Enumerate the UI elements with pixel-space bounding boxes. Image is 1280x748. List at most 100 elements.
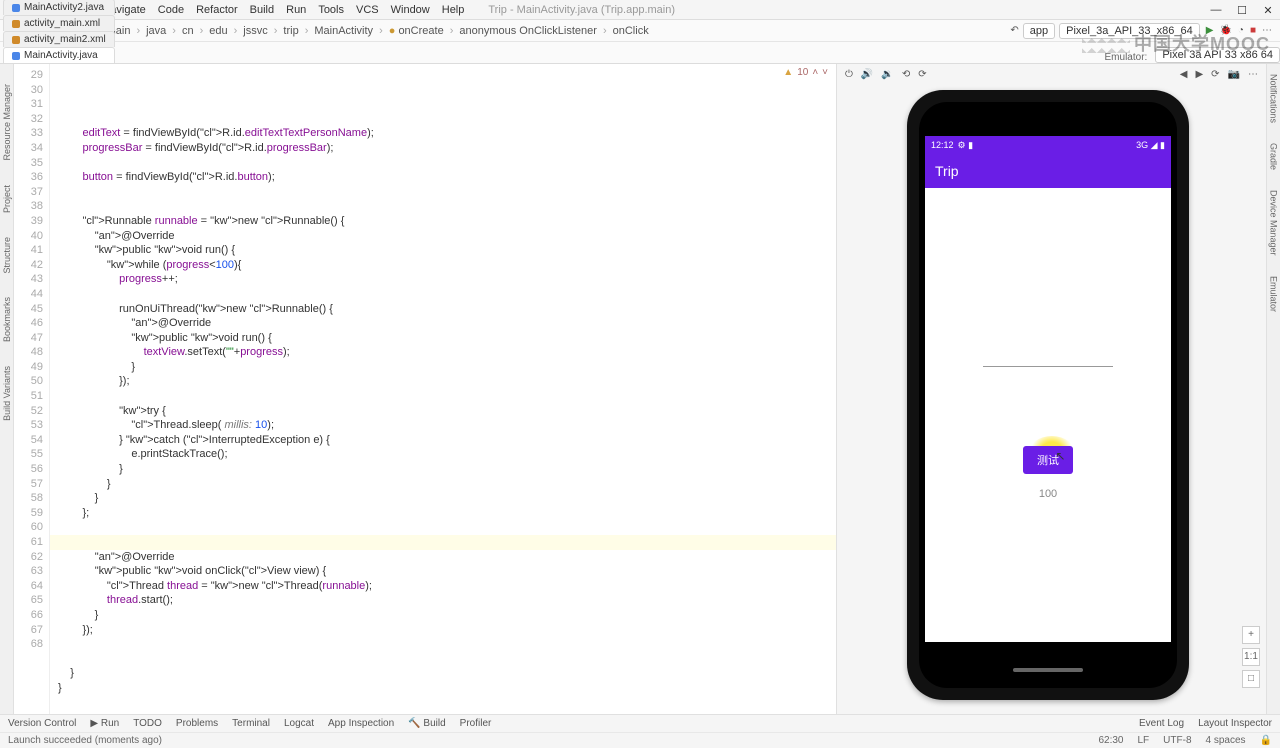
breadcrumb-edu[interactable]: edu (209, 25, 227, 37)
back-nav-icon[interactable]: ↶ (1010, 25, 1018, 36)
tab-label: MainActivity.java (24, 50, 98, 61)
zoom-fit-icon[interactable]: □ (1242, 670, 1260, 688)
menu-build[interactable]: Build (250, 4, 274, 16)
status-lock-icon[interactable]: 🔒 (1260, 735, 1272, 746)
tab-label: MainActivity2.java (24, 2, 104, 13)
menu-code[interactable]: Code (158, 4, 184, 16)
menu-tools[interactable]: Tools (318, 4, 344, 16)
breadcrumb-jssvc[interactable]: jssvc (243, 25, 267, 37)
status-message: Launch succeeded (moments ago) (8, 735, 162, 746)
breadcrumb-onclick[interactable]: onClick (613, 25, 649, 37)
menu-help[interactable]: Help (442, 4, 465, 16)
line-gutter[interactable]: 2930313233343536373839404142434445464748… (14, 64, 50, 714)
status-caret[interactable]: 62:30 (1098, 735, 1123, 746)
app-title: Trip (935, 163, 959, 179)
zoom-reset[interactable]: 1:1 (1242, 648, 1260, 666)
run-icon[interactable]: ▶ (1206, 25, 1214, 36)
inspection-up-icon[interactable]: ˄ (812, 66, 818, 81)
nav-pill[interactable] (1013, 668, 1083, 672)
chevron-right-icon: › (234, 25, 238, 37)
profile-icon[interactable]: ◔ (1238, 25, 1244, 36)
breadcrumb-java[interactable]: java (146, 25, 166, 37)
chevron-right-icon: › (136, 25, 140, 37)
zoom-in-icon[interactable]: + (1242, 626, 1260, 644)
menu-bar: File Edit View Navigate Code Refactor Bu… (0, 0, 1280, 20)
progress-text: 100 (1039, 488, 1057, 500)
emu-stop2-icon[interactable]: ⟳ (1211, 69, 1219, 80)
menu-vcs[interactable]: VCS (356, 4, 379, 16)
inspection-down-icon[interactable]: ˅ (822, 66, 828, 81)
tab-activity_main-xml[interactable]: activity_main.xml (3, 15, 115, 31)
strip-notifications[interactable]: Notifications (1269, 74, 1279, 123)
tab-label: activity_main.xml (24, 18, 100, 29)
chevron-right-icon: › (305, 25, 309, 37)
emu-power-icon[interactable]: ⏻ (845, 69, 853, 80)
debug-icon[interactable]: 🐞 (1219, 25, 1231, 36)
status-time: 12:12 (931, 140, 954, 150)
tab-label: activity_main2.xml (24, 34, 106, 45)
chevron-right-icon: › (274, 25, 278, 37)
emulator-label: Emulator: (1105, 52, 1148, 63)
phone-screen[interactable]: 12:12 ⚙ ▮ 3G ◢ ▮ Trip 测试 ↖ 100 (925, 136, 1171, 642)
breadcrumb-cn[interactable]: cn (182, 25, 194, 37)
edit-text-field[interactable] (983, 366, 1113, 367)
java-file-icon (12, 52, 20, 60)
test-button[interactable]: 测试 (1023, 446, 1073, 474)
breadcrumb-anonymous onclicklistener[interactable]: anonymous OnClickListener (459, 25, 597, 37)
left-tool-strip: Resource Manager Project Structure Bookm… (0, 64, 14, 714)
chevron-right-icon: › (172, 25, 176, 37)
strip-structure[interactable]: Structure (2, 237, 12, 274)
strip-bookmarks[interactable]: Bookmarks (2, 297, 12, 342)
emulator-panel: ⏻ 🔊 🔉 ⟲ ⟳ ◀ ▶ ⟳ 📷 ⋯ 12:12 ⚙ ▮ 3G ◢ ▮ (836, 64, 1266, 714)
close-icon[interactable]: ✕ (1262, 4, 1274, 16)
stop-icon[interactable]: ■ (1250, 25, 1256, 36)
xml-file-icon (12, 36, 20, 44)
emu-volup-icon[interactable]: 🔊 (861, 69, 873, 80)
strip-resource-manager[interactable]: Resource Manager (2, 84, 12, 161)
emu-play-icon[interactable]: ▶ (1195, 69, 1203, 80)
chevron-right-icon: › (200, 25, 204, 37)
more-actions-icon[interactable]: ⋯ (1262, 25, 1272, 36)
code-editor[interactable]: ▲10˄˅ editText = findViewById("cl">R.id.… (50, 64, 836, 714)
bottom-tool-bar: Version Control ▶ Run TODO Problems Term… (0, 714, 1280, 732)
status-eol[interactable]: LF (1138, 735, 1150, 746)
strip-emulator[interactable]: Emulator (1269, 276, 1279, 312)
status-bar: Launch succeeded (moments ago) 62:30 LF … (0, 732, 1280, 748)
status-signal: 3G ◢ ▮ (1136, 140, 1165, 151)
tab-mainactivity2-java[interactable]: MainActivity2.java (3, 0, 115, 15)
xml-file-icon (12, 20, 20, 28)
strip-project[interactable]: Project (2, 185, 12, 213)
menu-refactor[interactable]: Refactor (196, 4, 238, 16)
status-encoding[interactable]: UTF-8 (1163, 735, 1191, 746)
emulator-device[interactable]: Pixel 3a API 33 x86 64 (1155, 47, 1280, 63)
warning-icon[interactable]: ▲ (783, 66, 793, 81)
breadcrumb-trip[interactable]: trip (283, 25, 298, 37)
strip-device-manager[interactable]: Device Manager (1269, 190, 1279, 256)
run-config-module[interactable]: app (1023, 23, 1055, 39)
emu-voldn-icon[interactable]: 🔉 (881, 69, 893, 80)
strip-gradle[interactable]: Gradle (1269, 143, 1279, 170)
minimize-icon[interactable]: — (1210, 4, 1222, 16)
emu-more-icon[interactable]: ⋯ (1248, 69, 1258, 80)
android-status-bar: 12:12 ⚙ ▮ 3G ◢ ▮ (925, 136, 1171, 154)
emu-rotr-icon[interactable]: ⟳ (918, 69, 926, 80)
menu-run[interactable]: Run (286, 4, 306, 16)
breadcrumb-mainactivity[interactable]: MainActivity (314, 25, 373, 37)
menu-window[interactable]: Window (391, 4, 430, 16)
tab-mainactivity-java[interactable]: MainActivity.java (3, 47, 115, 63)
status-indent[interactable]: 4 spaces (1206, 735, 1246, 746)
emu-screenshot-icon[interactable]: 📷 (1228, 69, 1240, 80)
maximize-icon[interactable]: ☐ (1236, 4, 1248, 16)
emu-rotl-icon[interactable]: ⟲ (902, 69, 910, 80)
app-bar: Trip (925, 154, 1171, 188)
run-config-device[interactable]: Pixel_3a_API_33_x86_64 (1059, 23, 1200, 39)
warning-count[interactable]: 10 (797, 66, 808, 81)
phone-frame: 12:12 ⚙ ▮ 3G ◢ ▮ Trip 测试 ↖ 100 (907, 90, 1189, 700)
emu-back-icon[interactable]: ◀ (1180, 69, 1188, 80)
java-file-icon (12, 4, 20, 12)
strip-build-variants[interactable]: Build Variants (2, 366, 12, 421)
breadcrumb-oncreate[interactable]: onCreate (398, 25, 443, 37)
tab-activity_main2-xml[interactable]: activity_main2.xml (3, 31, 115, 47)
nav-row: Trip›app›src›main›java›cn›edu›jssvc›trip… (0, 20, 1280, 42)
right-tool-strip: Notifications Gradle Device Manager Emul… (1266, 64, 1280, 714)
